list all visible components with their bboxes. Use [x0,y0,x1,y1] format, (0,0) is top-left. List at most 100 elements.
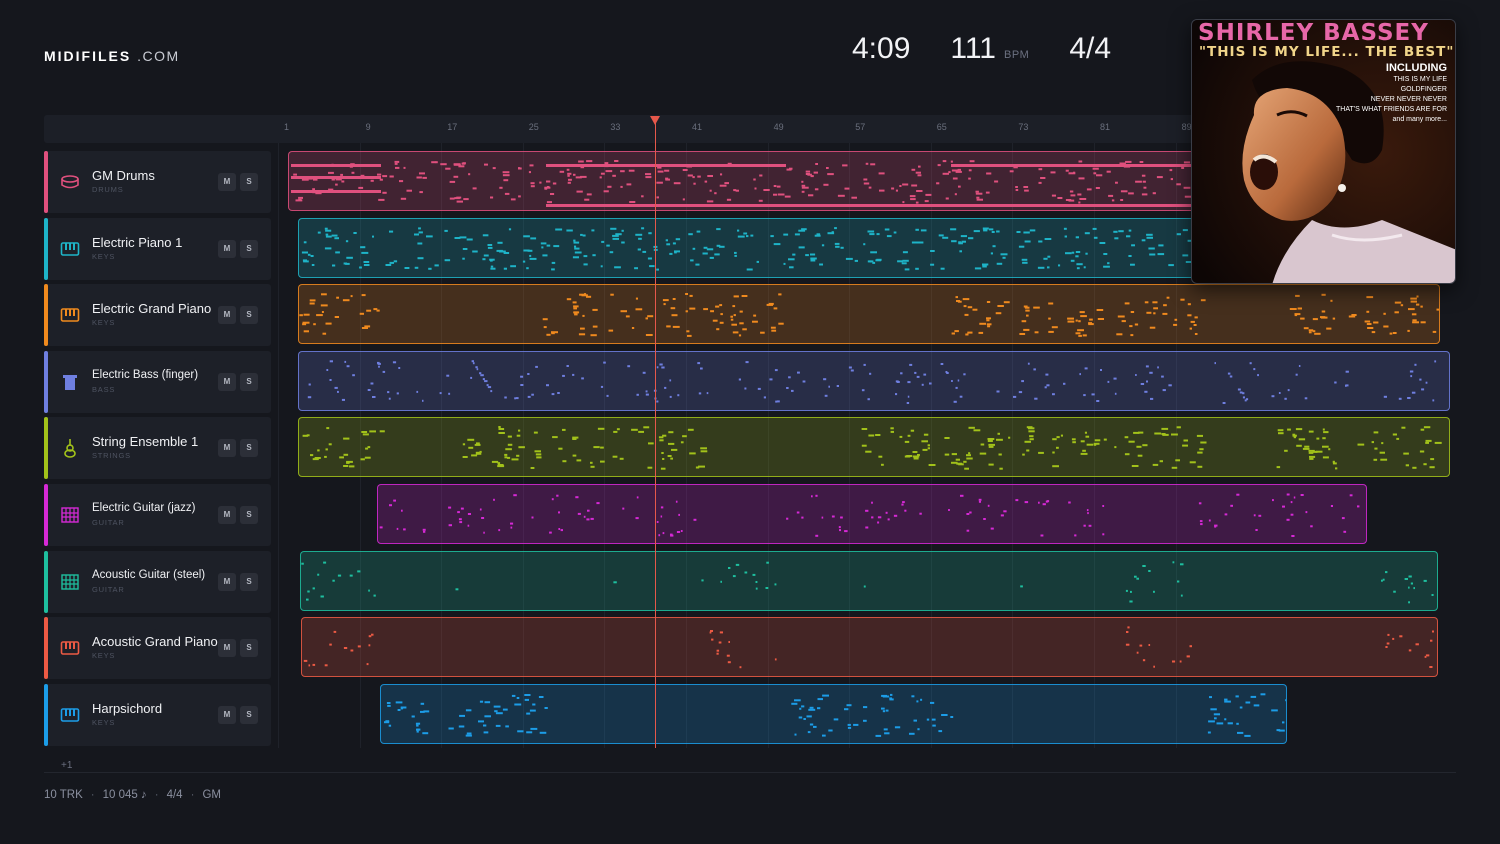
midi-note [475,453,482,456]
track-header[interactable]: Electric Piano 1 KEYS M S [44,217,271,280]
midi-note [815,494,818,497]
midi-note [411,715,415,718]
midi-note [1083,265,1086,268]
midi-note [360,458,365,461]
midi-note [1423,463,1427,466]
more-tracks-indicator[interactable]: +1 [61,760,72,771]
midi-note [750,234,754,237]
midi-note [776,400,780,403]
solo-button[interactable]: S [240,639,258,658]
midi-note [917,454,920,457]
midi-note [1286,518,1290,521]
midi-note [968,177,971,180]
midi-note [325,229,332,232]
midi-note [529,254,532,257]
midi-note [973,429,981,432]
mute-button[interactable]: M [218,705,236,724]
midi-note [1065,199,1072,201]
midi-note [752,320,758,323]
midi-note [998,453,1002,456]
midi-region[interactable] [300,550,1438,611]
midi-region[interactable] [298,417,1450,478]
midi-region[interactable] [298,350,1450,411]
midi-note [831,230,834,233]
midi-note [848,366,852,369]
midi-note [1042,503,1046,506]
midi-note [1128,254,1132,257]
midi-note [1255,529,1258,531]
solo-button[interactable]: S [240,173,258,191]
midi-note [741,295,748,298]
track-header[interactable]: Harpsichord KEYS M S [44,683,271,746]
midi-note [1278,391,1281,394]
midi-note [659,439,664,442]
midi-note [821,516,824,519]
midi-note [343,647,348,650]
midi-note [627,364,631,367]
midi-note [533,431,538,434]
midi-region[interactable] [301,617,1438,678]
midi-note [867,259,872,262]
midi-region[interactable] [380,683,1287,744]
mute-button[interactable]: M [218,306,236,325]
midi-note [467,439,475,442]
track-header[interactable]: Electric Bass (finger) BASS M S [44,350,271,413]
midi-note [742,328,747,331]
mute-button[interactable]: M [218,173,236,191]
track-header[interactable]: Acoustic Guitar (steel) GUITAR M S [44,550,271,613]
mute-button[interactable]: M [218,372,236,391]
midi-note [1332,317,1336,320]
midi-region[interactable] [377,484,1367,544]
mute-button[interactable]: M [218,639,236,658]
midi-note [773,193,778,196]
track-header[interactable]: String Ensemble 1 STRINGS M S [44,417,271,480]
solo-button[interactable]: S [240,306,258,325]
midi-note [1023,329,1030,332]
solo-button[interactable]: S [240,705,258,724]
solo-button[interactable]: S [240,372,258,391]
midi-note [911,695,915,698]
midi-note [952,177,958,180]
mute-button[interactable]: M [218,506,236,524]
midi-note [1173,324,1178,327]
solo-button[interactable]: S [240,239,258,258]
midi-note [990,527,994,530]
midi-note [714,252,720,255]
midi-note [1322,437,1326,440]
midi-note [951,379,953,382]
solo-button[interactable]: S [240,439,258,458]
track-header[interactable]: Acoustic Grand Piano KEYS M S [44,617,271,680]
midi-note [774,658,777,661]
midi-note [1027,362,1030,365]
mute-button[interactable]: M [218,439,236,458]
solo-button[interactable]: S [240,506,258,524]
solo-button[interactable]: S [240,572,258,591]
midi-note [504,192,510,195]
midi-note [1432,399,1435,402]
track-name: Electric Piano 1 [92,234,183,250]
midi-note [1003,510,1007,513]
midi-note [682,435,687,438]
midi-note [1034,397,1038,400]
track-header[interactable]: Electric Grand Piano KEYS M S [44,284,271,347]
midi-note [669,379,672,382]
midi-note [636,496,639,499]
mute-button[interactable]: M [218,239,236,258]
midi-note [695,263,700,266]
midi-note [944,437,950,440]
midi-note [541,245,544,248]
mute-button[interactable]: M [218,572,236,591]
track-header[interactable]: Electric Guitar (jazz) GUITAR M S [44,484,271,546]
midi-note [906,455,913,458]
midi-note [868,434,875,437]
track-header[interactable]: GM Drums DRUMS M S [44,151,271,213]
midi-note [940,362,944,365]
midi-note [606,394,609,397]
midi-note [619,458,624,461]
playhead[interactable] [655,116,656,748]
midi-note [730,318,734,321]
midi-note [1420,305,1423,308]
midi-note [302,435,308,438]
midi-region[interactable] [298,284,1440,345]
midi-note [522,260,526,263]
